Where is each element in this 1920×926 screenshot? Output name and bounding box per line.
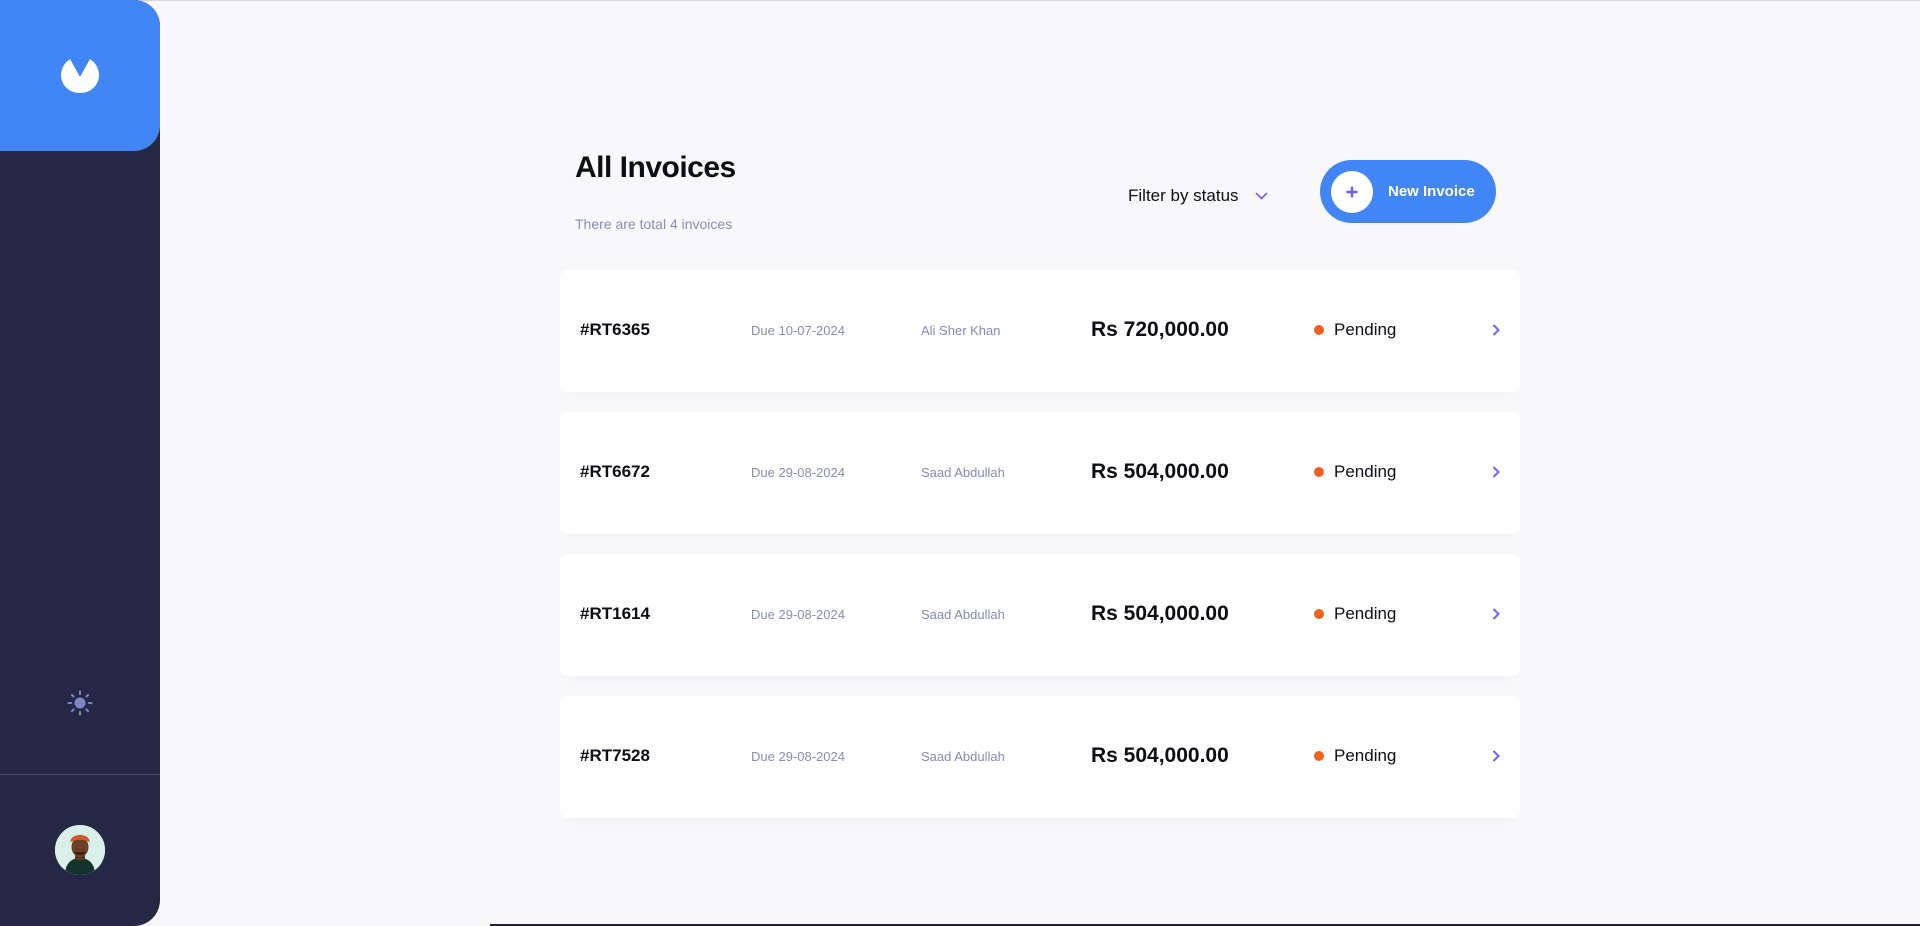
app-logo-icon bbox=[61, 58, 99, 93]
status-dot-icon bbox=[1314, 467, 1324, 477]
invoice-due-date: Due 29-08-2024 bbox=[751, 465, 845, 480]
chevron-down-icon bbox=[1254, 192, 1268, 200]
sidebar bbox=[0, 0, 160, 926]
invoice-id: #RT6672 bbox=[580, 462, 650, 481]
new-invoice-label: New Invoice bbox=[1388, 183, 1475, 200]
invoice-row[interactable]: #RT6672 Due 29-08-2024 Saad Abdullah Rs … bbox=[560, 412, 1520, 534]
invoice-due-date: Due 29-08-2024 bbox=[751, 749, 845, 764]
status-label: Pending bbox=[1334, 604, 1397, 623]
invoices-header: All Invoices There are total 4 invoices … bbox=[560, 150, 1520, 270]
user-avatar[interactable] bbox=[55, 825, 105, 875]
status-label: Pending bbox=[1334, 320, 1397, 339]
invoice-client: Ali Sher Khan bbox=[921, 323, 1001, 338]
theme-toggle-button[interactable] bbox=[64, 687, 96, 719]
status-badge: Pending bbox=[1314, 320, 1396, 340]
status-label: Pending bbox=[1334, 746, 1397, 765]
chevron-right-icon[interactable] bbox=[1488, 606, 1504, 622]
chevron-right-icon[interactable] bbox=[1488, 464, 1504, 480]
filter-label: Filter by status bbox=[1128, 186, 1239, 205]
status-badge: Pending bbox=[1314, 746, 1396, 766]
invoice-client: Saad Abdullah bbox=[921, 607, 1005, 622]
status-badge: Pending bbox=[1314, 462, 1396, 482]
invoice-amount: Rs 504,000.00 bbox=[1091, 602, 1229, 625]
invoice-id: #RT6365 bbox=[580, 320, 650, 339]
invoice-row[interactable]: #RT1614 Due 29-08-2024 Saad Abdullah Rs … bbox=[560, 554, 1520, 676]
main-content: All Invoices There are total 4 invoices … bbox=[560, 150, 1520, 838]
invoice-due-date: Due 10-07-2024 bbox=[751, 323, 845, 338]
invoice-amount: Rs 720,000.00 bbox=[1091, 318, 1229, 341]
new-invoice-button[interactable]: New Invoice bbox=[1320, 160, 1496, 223]
invoice-row[interactable]: #RT6365 Due 10-07-2024 Ali Sher Khan Rs … bbox=[560, 270, 1520, 392]
chevron-right-icon[interactable] bbox=[1488, 322, 1504, 338]
status-dot-icon bbox=[1314, 325, 1324, 335]
invoice-row[interactable]: #RT7528 Due 29-08-2024 Saad Abdullah Rs … bbox=[560, 696, 1520, 818]
status-dot-icon bbox=[1314, 751, 1324, 761]
status-badge: Pending bbox=[1314, 604, 1396, 624]
invoice-amount: Rs 504,000.00 bbox=[1091, 744, 1229, 767]
invoice-client: Saad Abdullah bbox=[921, 749, 1005, 764]
invoice-client: Saad Abdullah bbox=[921, 465, 1005, 480]
top-border bbox=[0, 0, 1920, 1]
plus-icon bbox=[1331, 170, 1373, 213]
status-dot-icon bbox=[1314, 609, 1324, 619]
invoice-id: #RT1614 bbox=[580, 604, 650, 623]
filter-by-status-dropdown[interactable]: Filter by status bbox=[1128, 180, 1284, 212]
invoice-due-date: Due 29-08-2024 bbox=[751, 607, 845, 622]
status-label: Pending bbox=[1334, 462, 1397, 481]
sun-icon bbox=[67, 690, 93, 716]
logo-block[interactable] bbox=[0, 0, 160, 151]
chevron-right-icon[interactable] bbox=[1488, 748, 1504, 764]
avatar-icon bbox=[55, 825, 105, 875]
invoice-amount: Rs 504,000.00 bbox=[1091, 460, 1229, 483]
invoice-id: #RT7528 bbox=[580, 746, 650, 765]
invoice-list: #RT6365 Due 10-07-2024 Ali Sher Khan Rs … bbox=[560, 270, 1520, 818]
invoice-count: There are total 4 invoices bbox=[575, 216, 733, 232]
sidebar-divider bbox=[0, 774, 160, 775]
page-title: All Invoices bbox=[575, 151, 736, 184]
